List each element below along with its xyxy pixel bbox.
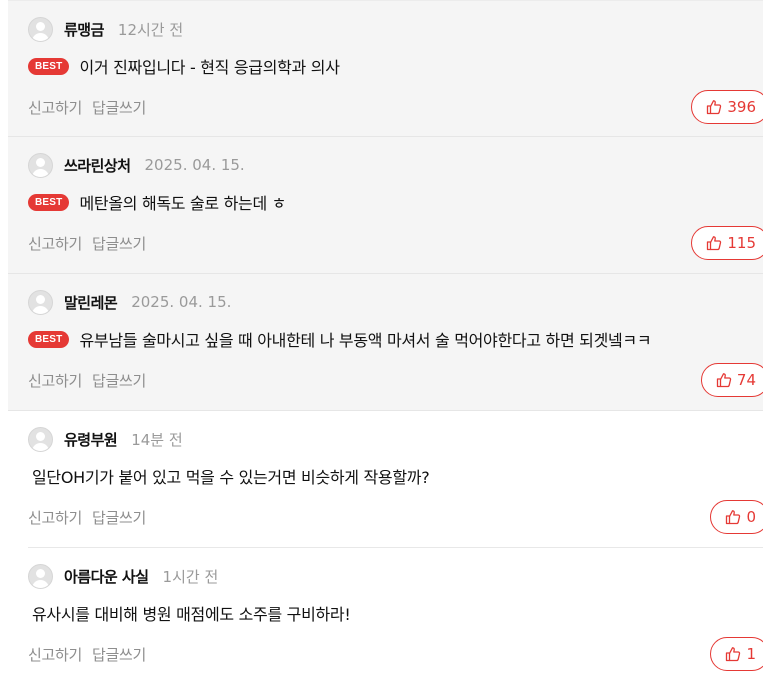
comment-item: 말린레몬 2025. 04. 15. BEST 유부남들 술마시고 싶을 때 아내한테…	[8, 274, 763, 411]
like-button[interactable]: 115	[691, 226, 763, 260]
report-button[interactable]: 신고하기	[28, 644, 82, 665]
like-button[interactable]: 396	[691, 90, 763, 124]
report-button[interactable]: 신고하기	[28, 507, 82, 528]
comment-text: 일단OH기가 붙어 있고 먹을 수 있는거면 비슷하게 작용할까?	[32, 468, 430, 487]
comment-header: 유령부원 14분 전	[28, 426, 183, 452]
comment-body: 일단OH기가 붙어 있고 먹을 수 있는거면 비슷하게 작용할까?	[32, 464, 430, 488]
best-badge: BEST	[28, 330, 70, 348]
comment-text: 유부남들 술마시고 싶을 때 아내한테 나 부동액 마셔서 술 먹어야한다고 하…	[79, 331, 652, 350]
like-button[interactable]: 74	[700, 363, 763, 397]
comment-actions: 신고하기 답글쓰기	[28, 97, 146, 118]
like-count: 396	[727, 98, 756, 116]
comment-body: BEST 이거 진짜입니다 - 현직 응급의학과 의사	[28, 54, 340, 78]
avatar-icon[interactable]	[28, 289, 53, 315]
reply-button[interactable]: 답글쓰기	[92, 97, 146, 118]
comment-list: 류맹금 12시간 전 BEST 이거 진짜입니다 - 현직 응급의학과 의사 신고하기 답…	[0, 0, 763, 685]
like-button[interactable]: 1	[710, 637, 763, 671]
comment-author[interactable]: 쓰라린상처	[64, 155, 131, 176]
comment-body: 유사시를 대비해 병원 매점에도 소주를 구비하라!	[32, 601, 351, 625]
comment-time: 2025. 04. 15.	[144, 156, 245, 174]
comment-item: 쓰라린상처 2025. 04. 15. BEST 메탄올의 해독도 술로 하는데 ㅎ 신…	[8, 137, 763, 274]
comment-actions: 신고하기 답글쓰기	[28, 370, 146, 391]
report-button[interactable]: 신고하기	[28, 97, 82, 118]
comment-actions: 신고하기 답글쓰기	[28, 233, 146, 254]
best-badge: BEST	[28, 57, 70, 75]
avatar-icon[interactable]	[28, 152, 53, 178]
comment-header: 말린레몬 2025. 04. 15.	[28, 289, 231, 315]
thumbs-up-icon	[725, 646, 746, 662]
comment-body: BEST 유부남들 술마시고 싶을 때 아내한테 나 부동액 마셔서 술 먹어야한…	[28, 327, 652, 351]
comment-item: 아름다운 사실 1시간 전유사시를 대비해 병원 매점에도 소주를 구비하라! 신고…	[28, 548, 763, 685]
comment-time: 12시간 전	[117, 20, 184, 39]
reply-button[interactable]: 답글쓰기	[92, 233, 146, 254]
best-badge: BEST	[28, 193, 70, 211]
like-count: 0	[746, 508, 756, 526]
comment-body: BEST 메탄올의 해독도 술로 하는데 ㅎ	[28, 190, 286, 214]
comment-header: 쓰라린상처 2025. 04. 15.	[28, 152, 245, 178]
thumbs-up-icon	[706, 235, 727, 251]
comment-header: 류맹금 12시간 전	[28, 16, 183, 42]
comment-text: 이거 진짜입니다 - 현직 응급의학과 의사	[79, 58, 340, 77]
comment-header: 아름다운 사실 1시간 전	[28, 563, 218, 589]
reply-button[interactable]: 답글쓰기	[92, 507, 146, 528]
thumbs-up-icon	[725, 509, 746, 525]
comment-author[interactable]: 유령부원	[64, 429, 118, 450]
like-count: 1	[746, 645, 756, 663]
report-button[interactable]: 신고하기	[28, 233, 82, 254]
reply-button[interactable]: 답글쓰기	[92, 644, 146, 665]
comment-time: 1시간 전	[162, 567, 219, 586]
comment-author[interactable]: 아름다운 사실	[64, 566, 149, 587]
avatar-icon[interactable]	[28, 426, 53, 452]
comment-text: 유사시를 대비해 병원 매점에도 소주를 구비하라!	[32, 605, 351, 624]
like-count: 115	[727, 234, 756, 252]
thumbs-up-icon	[706, 99, 727, 115]
comment-author[interactable]: 류맹금	[64, 19, 104, 40]
comment-time: 2025. 04. 15.	[131, 293, 232, 311]
thumbs-up-icon	[716, 372, 737, 388]
reply-button[interactable]: 답글쓰기	[92, 370, 146, 391]
comment-actions: 신고하기 답글쓰기	[28, 507, 146, 528]
comment-text: 메탄올의 해독도 술로 하는데 ㅎ	[79, 194, 287, 213]
comment-time: 14분 전	[131, 430, 183, 449]
avatar-icon[interactable]	[28, 563, 53, 589]
comment-author[interactable]: 말린레몬	[64, 292, 118, 313]
comment-actions: 신고하기 답글쓰기	[28, 644, 146, 665]
like-button[interactable]: 0	[710, 500, 763, 534]
like-count: 74	[736, 371, 756, 389]
comment-item: 류맹금 12시간 전 BEST 이거 진짜입니다 - 현직 응급의학과 의사신고하기 답…	[8, 0, 763, 137]
report-button[interactable]: 신고하기	[28, 370, 82, 391]
avatar-icon[interactable]	[28, 16, 53, 42]
comment-item: 유령부원 14분 전일단OH기가 붙어 있고 먹을 수 있는거면 비슷하게 작용할…	[28, 411, 763, 548]
